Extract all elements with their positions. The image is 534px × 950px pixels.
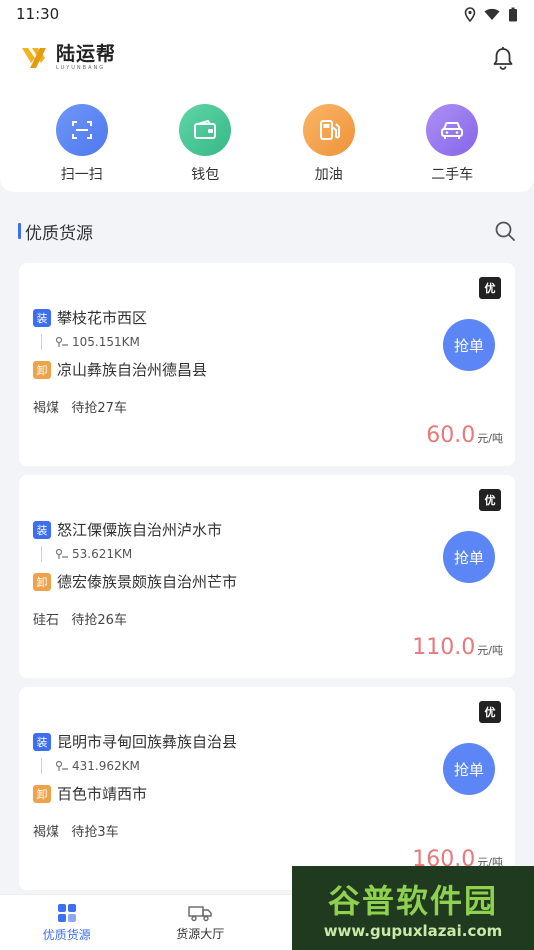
premium-badge: 优 [479, 277, 501, 299]
distance-value: 105.151KM [72, 335, 140, 349]
load-row: 装 昆明市寻甸回族彝族自治县 [33, 731, 237, 752]
quick-scan-label: 扫一扫 [60, 167, 103, 183]
premium-badge: 优 [479, 489, 501, 511]
fuel-icon [302, 104, 355, 156]
app-logo: 陆运帮 LUYUNBANG [20, 45, 116, 71]
price-value: 110.0 [412, 635, 476, 660]
tab-label: 货源大厅 [176, 926, 225, 941]
distance: 431.962KM [55, 759, 140, 773]
unload-address: 百色市靖西市 [57, 785, 148, 803]
load-tag: 装 [33, 520, 51, 539]
watermark-url: www.gupuxlazai.com [323, 922, 503, 940]
location-icon [464, 6, 476, 22]
route-icon [55, 760, 68, 771]
route-line [41, 546, 42, 562]
section-title-bar [18, 223, 21, 239]
load-row: 装 怒江傈僳族自治州泸水市 [33, 519, 222, 540]
premium-badge: 优 [479, 701, 501, 723]
price-unit: 元/吨 [477, 432, 503, 445]
tab-label: 优质货源 [42, 927, 91, 942]
price: 60.0 元/吨 [426, 423, 503, 448]
grab-order-button[interactable]: 抢单 [443, 743, 495, 795]
battery-icon [509, 7, 517, 21]
price-unit: 元/吨 [477, 644, 503, 657]
quick-wallet[interactable]: 钱包 [160, 104, 250, 192]
logo-name: 陆运帮 [56, 43, 117, 65]
section-title: 优质货源 [18, 219, 93, 244]
unload-row: 卸 德宏傣族景颇族自治州芒市 [33, 571, 237, 592]
car-icon [426, 104, 479, 156]
grab-order-button[interactable]: 抢单 [443, 319, 495, 371]
cargo-list: 优 装 攀枝花市西区 105.151KM 卸 凉山彝族自治州德昌县 褐煤 待抢2… [19, 263, 515, 899]
cargo-meta: 褐煤 待抢27车 [33, 401, 127, 416]
status-bar: 11:30 [0, 0, 534, 28]
unload-tag: 卸 [33, 572, 51, 591]
grab-order-button[interactable]: 抢单 [443, 531, 495, 583]
load-tag: 装 [33, 308, 51, 327]
bell-icon[interactable] [492, 46, 514, 70]
quick-wallet-label: 钱包 [191, 167, 220, 183]
search-icon[interactable] [494, 220, 516, 242]
logo-mark-icon [22, 48, 46, 68]
wifi-icon [484, 8, 500, 20]
truck-icon [188, 905, 212, 921]
tab-cargo-hall[interactable]: 货源大厅 [134, 895, 268, 950]
quick-actions: 扫一扫 钱包 加油 二手车 [0, 88, 534, 192]
cargo-meta: 褐煤 待抢3车 [33, 825, 119, 840]
unload-address: 德宏傣族景颇族自治州芒市 [57, 573, 238, 591]
distance: 105.151KM [55, 335, 140, 349]
unload-row: 卸 凉山彝族自治州德昌县 [33, 359, 207, 380]
price: 110.0 元/吨 [412, 635, 503, 660]
quick-used-car-label: 二手车 [431, 167, 474, 183]
section-title-text: 优质货源 [25, 223, 93, 244]
cargo-card[interactable]: 优 装 攀枝花市西区 105.151KM 卸 凉山彝族自治州德昌县 褐煤 待抢2… [19, 263, 515, 466]
route-icon [55, 548, 68, 559]
watermark-title: 谷普软件园 [327, 882, 498, 920]
price-value: 60.0 [426, 423, 476, 448]
logo-subtitle: LUYUNBANG [56, 65, 106, 71]
distance: 53.621KM [55, 547, 132, 561]
section-header: 优质货源 [18, 214, 516, 248]
load-tag: 装 [33, 732, 51, 751]
unload-tag: 卸 [33, 360, 51, 379]
distance-value: 53.621KM [72, 547, 133, 561]
route-line [41, 758, 42, 774]
cargo-card[interactable]: 优 装 昆明市寻甸回族彝族自治县 431.962KM 卸 百色市靖西市 褐煤 待… [19, 687, 515, 890]
quick-used-car[interactable]: 二手车 [407, 104, 497, 192]
route-icon [55, 336, 68, 347]
quick-scan[interactable]: 扫一扫 [37, 104, 127, 192]
grid-icon [57, 903, 76, 922]
status-time: 11:30 [16, 5, 60, 23]
cargo-meta: 硅石 待抢26车 [33, 613, 127, 628]
unload-tag: 卸 [33, 784, 51, 803]
quick-fuel[interactable]: 加油 [284, 104, 374, 192]
load-address: 攀枝花市西区 [57, 309, 148, 327]
tab-premium-cargo[interactable]: 优质货源 [0, 895, 134, 950]
load-address: 怒江傈僳族自治州泸水市 [57, 521, 223, 539]
load-address: 昆明市寻甸回族彝族自治县 [57, 733, 238, 751]
status-icons [464, 6, 518, 22]
unload-address: 凉山彝族自治州德昌县 [57, 361, 208, 379]
unload-row: 卸 百色市靖西市 [33, 783, 147, 804]
quick-fuel-label: 加油 [314, 167, 343, 183]
cargo-card[interactable]: 优 装 怒江傈僳族自治州泸水市 53.621KM 卸 德宏傣族景颇族自治州芒市 … [19, 475, 515, 678]
route-line [41, 334, 42, 350]
wallet-icon [179, 104, 232, 156]
scan-icon [55, 104, 108, 156]
distance-value: 431.962KM [72, 759, 140, 773]
watermark: 谷普软件园 www.gupuxlazai.com [292, 866, 534, 950]
app-header: 陆运帮 LUYUNBANG [0, 28, 534, 88]
load-row: 装 攀枝花市西区 [33, 307, 147, 328]
